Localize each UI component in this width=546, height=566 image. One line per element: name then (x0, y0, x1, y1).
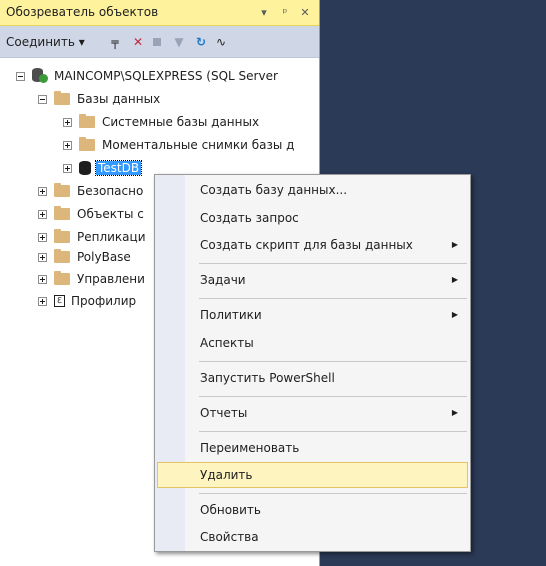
menu-item-label: Отчеты (200, 406, 248, 420)
filter-icon[interactable]: ▼ (172, 35, 186, 49)
tree-node-replication[interactable]: Репликаци (38, 226, 146, 248)
expand-icon[interactable] (38, 210, 47, 219)
menu-item-label: Обновить (200, 503, 261, 517)
menu-separator (199, 493, 467, 494)
snapshots-label: Моментальные снимки базы д (102, 138, 295, 152)
tree-node-databases[interactable]: Базы данных (38, 88, 160, 110)
expand-icon[interactable] (63, 118, 72, 127)
folder-icon (79, 113, 95, 128)
menu-item-create-database[interactable]: Создать базу данных... (157, 177, 468, 203)
submenu-arrow-icon: ▶ (451, 408, 458, 417)
menu-item-new-query[interactable]: Создать запрос (157, 205, 468, 231)
menu-item-label: Политики (200, 308, 262, 322)
menu-item-start-powershell[interactable]: Запустить PowerShell (157, 365, 468, 391)
expand-icon[interactable] (63, 164, 72, 173)
server-icon (32, 68, 48, 83)
folder-icon (54, 228, 70, 243)
menu-item-label: Создать запрос (200, 211, 299, 225)
menu-item-facets[interactable]: Аспекты (157, 330, 468, 356)
menu-item-properties[interactable]: Свойства (157, 524, 468, 550)
expand-icon[interactable] (38, 253, 47, 262)
dropdown-icon[interactable]: ▾ (256, 4, 272, 21)
context-menu: Создать базу данных... Создать запрос Со… (154, 174, 471, 552)
profiler-icon: ℇ (54, 294, 65, 307)
pin-icon[interactable]: ᵖ (277, 4, 293, 21)
tree-node-management[interactable]: Управлени (38, 268, 145, 290)
menu-item-reports[interactable]: Отчеты ▶ (157, 400, 468, 426)
menu-item-label: Переименовать (200, 441, 300, 455)
submenu-arrow-icon: ▶ (451, 310, 458, 319)
menu-item-script-database[interactable]: Создать скрипт для базы данных ▶ (157, 232, 468, 258)
menu-item-label: Запустить PowerShell (200, 371, 335, 385)
server-objects-label: Объекты с (77, 207, 144, 221)
menu-item-label: Создать скрипт для базы данных (200, 238, 413, 252)
expand-icon[interactable] (63, 141, 72, 150)
expand-icon[interactable] (38, 233, 47, 242)
folder-icon (79, 136, 95, 151)
security-label: Безопасно (77, 184, 144, 198)
connect-button[interactable]: Соединить ▾ (6, 35, 85, 49)
tree-node-server-objects[interactable]: Объекты с (38, 203, 144, 225)
expand-icon[interactable] (38, 187, 47, 196)
tree-node-security[interactable]: Безопасно (38, 180, 143, 202)
folder-icon (54, 248, 70, 263)
collapse-icon[interactable] (38, 95, 47, 104)
tree-node-snapshots[interactable]: Моментальные снимки базы д (63, 134, 294, 156)
menu-item-label: Удалить (200, 468, 253, 482)
server-label: MAINCOMP\SQLEXPRESS (SQL Server (54, 69, 278, 83)
explorer-toolbar: Соединить ▾ ╤ ✕ ▼ ↻ ∿ (0, 26, 319, 58)
close-icon[interactable]: ✕ (297, 4, 313, 21)
menu-item-label: Задачи (200, 273, 246, 287)
polybase-label: PolyBase (77, 250, 131, 264)
stop-icon[interactable] (150, 35, 164, 49)
folder-icon (54, 90, 70, 105)
panel-titlebar: Обозреватель объектов ▾ ᵖ ✕ (0, 0, 319, 26)
menu-separator (199, 298, 467, 299)
folder-icon (54, 182, 70, 197)
connect-icon[interactable]: ╤ (108, 35, 122, 49)
menu-separator (199, 396, 467, 397)
menu-item-delete[interactable]: Удалить (157, 462, 468, 488)
testdb-label: TestDB (94, 160, 143, 176)
activity-monitor-icon[interactable]: ∿ (214, 35, 228, 49)
folder-icon (54, 205, 70, 220)
menu-item-refresh[interactable]: Обновить (157, 497, 468, 523)
disconnect-icon[interactable]: ✕ (131, 35, 145, 49)
tree-node-system-databases[interactable]: Системные базы данных (63, 111, 259, 133)
folder-icon (54, 270, 70, 285)
replication-label: Репликаци (77, 230, 146, 244)
profiler-label: Профилир (71, 294, 137, 308)
panel-title: Обозреватель объектов (6, 5, 159, 19)
database-icon (79, 160, 91, 175)
system-databases-label: Системные базы данных (102, 115, 260, 129)
menu-separator (199, 361, 467, 362)
tree-node-testdb[interactable]: TestDB (63, 157, 143, 179)
menu-item-rename[interactable]: Переименовать (157, 435, 468, 461)
tree-node-profiler[interactable]: ℇ Профилир (38, 290, 136, 312)
submenu-arrow-icon: ▶ (451, 240, 458, 249)
submenu-arrow-icon: ▶ (451, 275, 458, 284)
refresh-icon[interactable]: ↻ (194, 35, 208, 49)
menu-item-policies[interactable]: Политики ▶ (157, 302, 468, 328)
menu-item-label: Свойства (200, 530, 259, 544)
menu-item-tasks[interactable]: Задачи ▶ (157, 267, 468, 293)
expand-icon[interactable] (38, 275, 47, 284)
menu-separator (199, 431, 467, 432)
menu-item-label: Создать базу данных... (200, 183, 348, 197)
menu-separator (199, 263, 467, 264)
tree-node-polybase[interactable]: PolyBase (38, 246, 131, 268)
expand-icon[interactable] (38, 297, 47, 306)
tree-node-server[interactable]: MAINCOMP\SQLEXPRESS (SQL Server (16, 65, 278, 87)
databases-label: Базы данных (77, 92, 161, 106)
collapse-icon[interactable] (16, 72, 25, 81)
management-label: Управлени (77, 272, 145, 286)
menu-item-label: Аспекты (200, 336, 254, 350)
